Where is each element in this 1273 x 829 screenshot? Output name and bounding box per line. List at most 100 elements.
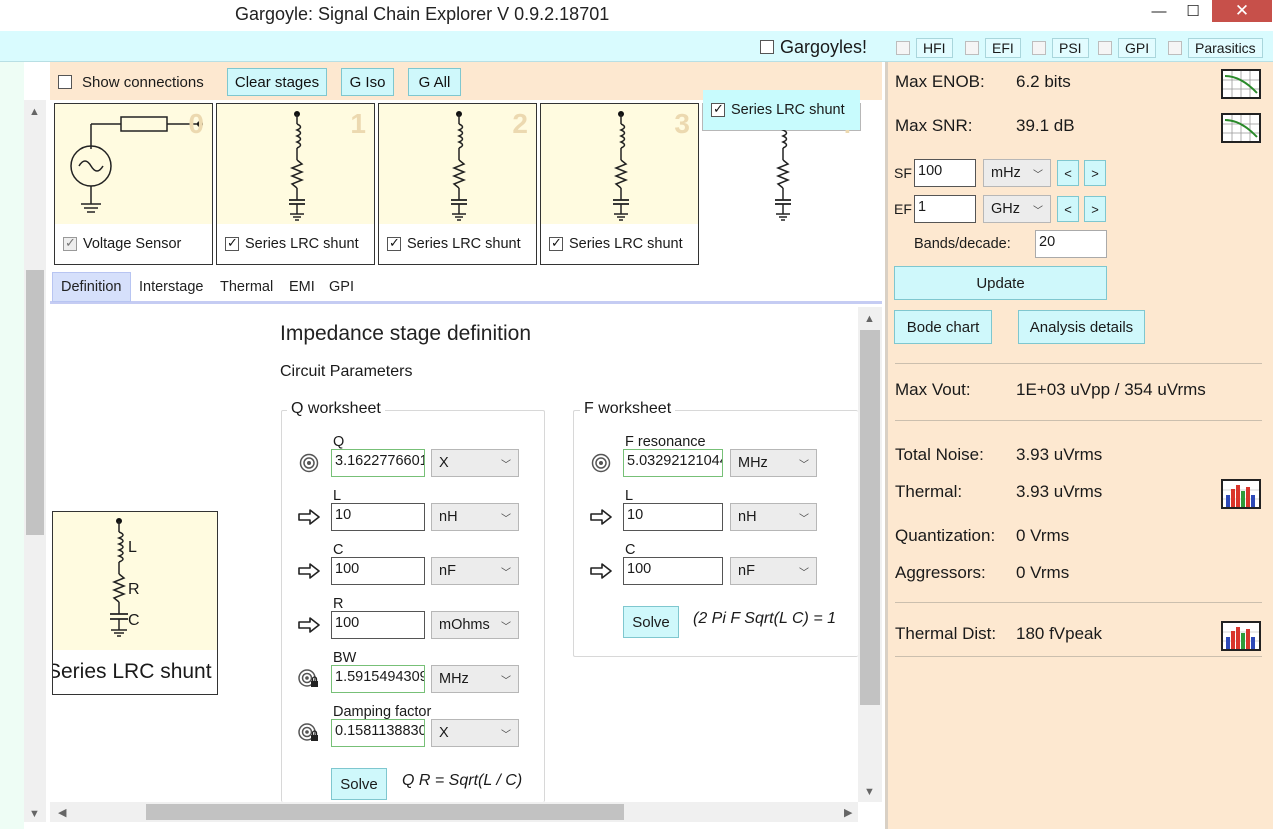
unit-select[interactable]: X ﹀ <box>431 719 519 747</box>
g-all-button[interactable]: G All <box>408 68 461 96</box>
unit-select[interactable]: nF ﹀ <box>431 557 519 585</box>
sf-next-button[interactable]: > <box>1084 160 1106 186</box>
arrow-right-icon[interactable] <box>298 560 320 582</box>
arrow-right-icon[interactable] <box>590 560 612 582</box>
flag-psi[interactable]: PSI <box>1032 38 1089 58</box>
stage-preview: L R C Series LRC shunt <box>52 511 218 695</box>
stage-label: Series LRC shunt <box>569 236 683 252</box>
field-input[interactable]: 10 <box>331 503 425 531</box>
tab-interstage[interactable]: Interstage <box>131 272 212 302</box>
efi-checkbox[interactable] <box>965 41 979 55</box>
stage-1-checkbox[interactable] <box>225 235 239 251</box>
bands-per-decade-input[interactable]: 20 <box>1035 230 1107 258</box>
field-input[interactable]: 1.59154943091895 <box>331 665 425 693</box>
target-lock-icon[interactable] <box>298 722 320 744</box>
section-subtitle: Circuit Parameters <box>280 363 413 380</box>
close-button[interactable]: ✕ <box>1212 0 1272 22</box>
flag-efi[interactable]: EFI <box>965 38 1021 58</box>
max-enob-label: Max ENOB: <box>895 72 985 91</box>
parasitics-label: Parasitics <box>1188 38 1263 58</box>
field-input[interactable]: 10 <box>623 503 723 531</box>
flag-hfi[interactable]: HFI <box>896 38 953 58</box>
unit-select[interactable]: X ﹀ <box>431 449 519 477</box>
scroll-right-icon[interactable]: ▶ <box>844 806 852 819</box>
stage-card-4[interactable]: 4 Series LRC shunt <box>702 90 861 221</box>
unit-select[interactable]: mOhms ﹀ <box>431 611 519 639</box>
snr-chart-icon[interactable] <box>1221 113 1261 143</box>
unit-select[interactable]: MHz ﹀ <box>431 665 519 693</box>
gargoyles-toggle[interactable]: Gargoyles! <box>760 37 867 57</box>
stage-card-2[interactable]: 2 Series LRC shunt <box>378 103 537 265</box>
ef-next-button[interactable]: > <box>1084 196 1106 222</box>
tab-thermal[interactable]: Thermal <box>212 272 281 302</box>
thermal-dist-histogram-icon[interactable] <box>1221 621 1261 651</box>
unit-select[interactable]: nH ﹀ <box>730 503 817 531</box>
chevron-down-icon: ﹀ <box>501 675 511 687</box>
field-input[interactable]: 100 <box>331 557 425 585</box>
unit-select[interactable]: nF ﹀ <box>730 557 817 585</box>
stage-card-0[interactable]: 0 Voltage Sensor <box>54 103 213 265</box>
bode-chart-button[interactable]: Bode chart <box>894 310 992 344</box>
max-snr-value: 39.1 dB <box>1016 116 1075 135</box>
clear-stages-button[interactable]: Clear stages <box>227 68 327 96</box>
ef-unit-select[interactable]: GHz ﹀ <box>983 195 1051 223</box>
gargoyles-checkbox[interactable] <box>760 40 774 54</box>
start-frequency-input[interactable]: 100 <box>914 159 976 187</box>
unit-select[interactable]: MHz ﹀ <box>730 449 817 477</box>
resistor-letter: R <box>128 581 140 598</box>
scroll-left-icon[interactable]: ◀ <box>58 806 66 819</box>
stage-card-1[interactable]: 1 Series LRC shunt <box>216 103 375 265</box>
f-solve-button[interactable]: Solve <box>623 606 679 638</box>
field-label: F resonance <box>625 434 706 450</box>
psi-checkbox[interactable] <box>1032 41 1046 55</box>
ef-prev-button[interactable]: < <box>1057 196 1079 222</box>
sf-unit-select[interactable]: mHz ﹀ <box>983 159 1051 187</box>
arrow-right-icon[interactable] <box>590 506 612 528</box>
show-connections-toggle[interactable]: Show connections <box>58 72 204 92</box>
target-icon[interactable] <box>590 452 612 474</box>
hfi-checkbox[interactable] <box>896 41 910 55</box>
tab-emi[interactable]: EMI <box>281 272 323 302</box>
thermal-histogram-icon[interactable] <box>1221 479 1261 509</box>
field-input[interactable]: 0.158113883008419 <box>331 719 425 747</box>
end-frequency-input[interactable]: 1 <box>914 195 976 223</box>
q-worksheet-title: Q worksheet <box>287 400 385 418</box>
flag-gpi[interactable]: GPI <box>1098 38 1157 58</box>
g-iso-button[interactable]: G Iso <box>341 68 394 96</box>
target-icon[interactable] <box>298 452 320 474</box>
field-input[interactable]: 100 <box>623 557 723 585</box>
scroll-down-icon[interactable]: ▼ <box>864 786 875 798</box>
gpi-checkbox[interactable] <box>1098 41 1112 55</box>
scroll-down-icon[interactable]: ▼ <box>29 808 40 820</box>
field-input[interactable]: 3.16227766016838 <box>331 449 425 477</box>
update-button[interactable]: Update <box>894 266 1107 300</box>
arrow-right-icon[interactable] <box>298 614 320 636</box>
chevron-down-icon: ﹀ <box>1033 169 1043 181</box>
stage-3-checkbox[interactable] <box>549 235 563 251</box>
scroll-up-icon[interactable]: ▲ <box>29 106 40 118</box>
left-scroll-thumb[interactable] <box>26 270 44 535</box>
definition-hscroll-thumb[interactable] <box>146 804 624 820</box>
enob-chart-icon[interactable] <box>1221 69 1261 99</box>
target-lock-icon[interactable] <box>298 668 320 690</box>
field-input[interactable]: 5.03292121044 <box>623 449 723 477</box>
stage-2-checkbox[interactable] <box>387 235 401 251</box>
field-label: R <box>333 596 344 612</box>
maximize-button[interactable]: ☐ <box>1170 0 1216 22</box>
stage-card-3[interactable]: 3 Series LRC shunt <box>540 103 699 265</box>
scroll-up-icon[interactable]: ▲ <box>864 313 875 325</box>
definition-scroll-thumb[interactable] <box>860 330 880 705</box>
parasitics-checkbox[interactable] <box>1168 41 1182 55</box>
unit-select[interactable]: nH ﹀ <box>431 503 519 531</box>
tab-gpi[interactable]: GPI <box>321 272 362 302</box>
analysis-details-button[interactable]: Analysis details <box>1018 310 1145 344</box>
flag-parasitics[interactable]: Parasitics <box>1168 38 1263 58</box>
arrow-right-icon[interactable] <box>298 506 320 528</box>
tab-definition[interactable]: Definition <box>52 272 131 302</box>
show-connections-checkbox[interactable] <box>58 75 72 89</box>
sf-prev-button[interactable]: < <box>1057 160 1079 186</box>
q-solve-button[interactable]: Solve <box>331 768 387 800</box>
field-input[interactable]: 100 <box>331 611 425 639</box>
stage-4-checkbox[interactable] <box>711 101 725 117</box>
quantization-label: Quantization: <box>895 526 996 545</box>
